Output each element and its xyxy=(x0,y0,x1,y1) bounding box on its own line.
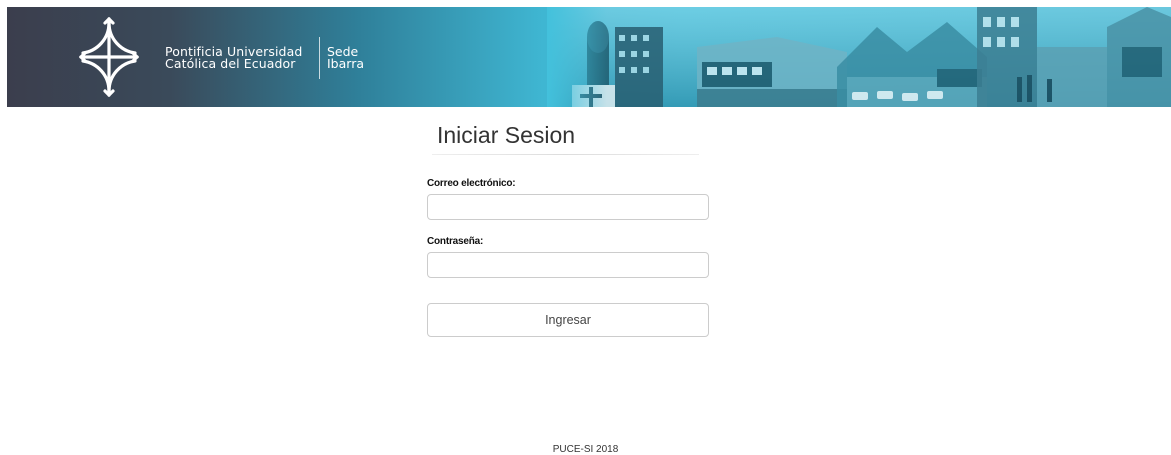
password-label: Contraseña: xyxy=(427,236,484,247)
campus-name: Sede Ibarra xyxy=(327,45,364,71)
footer-text: PUCE-SI 2018 xyxy=(552,444,619,455)
campus-photo-banner xyxy=(547,7,1171,107)
brand-divider xyxy=(319,37,320,79)
password-field[interactable] xyxy=(427,252,709,278)
title-divider xyxy=(432,154,699,155)
email-field[interactable] xyxy=(427,194,709,220)
login-form: Iniciar Sesion Correo electrónico: Contr… xyxy=(427,120,709,337)
email-label: Correo electrónico: xyxy=(427,178,516,189)
campus-name-line2: Ibarra xyxy=(327,56,364,71)
site-header: Pontificia Universidad Católica del Ecua… xyxy=(7,7,1171,107)
university-name: Pontificia Universidad Católica del Ecua… xyxy=(165,45,302,71)
page-title: Iniciar Sesion xyxy=(437,122,576,148)
university-name-line2: Católica del Ecuador xyxy=(165,56,296,71)
login-button[interactable]: Ingresar xyxy=(427,303,709,337)
cross-emblem-icon xyxy=(79,17,139,97)
